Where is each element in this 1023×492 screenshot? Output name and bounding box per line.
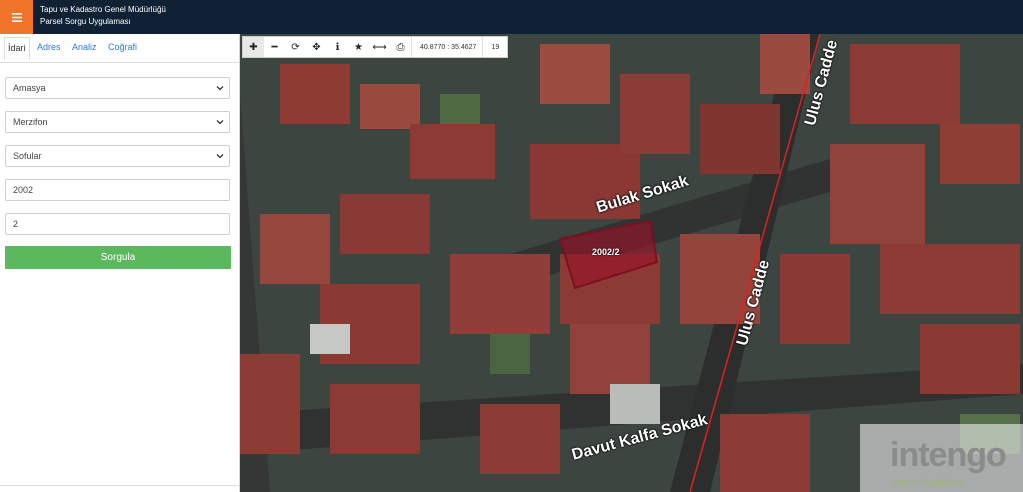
neighborhood-value: Sofular bbox=[13, 151, 42, 161]
block-input[interactable]: 2002 bbox=[5, 179, 230, 201]
measure-icon: ⟷ bbox=[372, 41, 387, 53]
neighborhood-select[interactable]: Sofular bbox=[5, 145, 230, 167]
zoom-level: 19 bbox=[482, 37, 507, 57]
map-view[interactable]: ✚ ━ ⟳ ✥ ℹ ★ ⟷ ⎙ 40.8770 : 35.4627 19 Bul… bbox=[240, 34, 1023, 492]
tab-cografi[interactable]: Coğrafi bbox=[108, 42, 137, 52]
district-value: Merzifon bbox=[13, 117, 48, 127]
print-button[interactable]: ⎙ bbox=[390, 37, 411, 57]
favorite-button[interactable]: ★ bbox=[348, 37, 369, 57]
zoom-in-button[interactable]: ✚ bbox=[243, 37, 264, 57]
plus-icon: ✚ bbox=[249, 41, 258, 53]
info-icon: ℹ bbox=[335, 41, 340, 53]
coordinate-readout: 40.8770 : 35.4627 bbox=[411, 37, 482, 57]
chevron-down-icon bbox=[216, 120, 224, 125]
refresh-icon: ⟳ bbox=[291, 41, 300, 53]
locate-icon: ✥ bbox=[312, 41, 321, 53]
parcel-input[interactable]: 2 bbox=[5, 213, 230, 235]
app-title: Tapu ve Kadastro Genel Müdürlüğü Parsel … bbox=[40, 4, 166, 28]
parcel-label: 2002/2 bbox=[592, 247, 620, 257]
tab-analiz[interactable]: Analiz bbox=[72, 42, 97, 52]
block-value: 2002 bbox=[13, 185, 34, 195]
query-sidebar: İdari Adres Analiz Coğrafi Amasya Merzif… bbox=[0, 34, 240, 492]
query-button[interactable]: Sorgula bbox=[5, 246, 231, 269]
map-toolbar: ✚ ━ ⟳ ✥ ℹ ★ ⟷ ⎙ 40.8770 : 35.4627 19 bbox=[242, 36, 509, 58]
parcel-value: 2 bbox=[13, 219, 19, 229]
watermark-sub: innovative solutions bbox=[893, 478, 963, 487]
hamburger-menu-button[interactable] bbox=[0, 0, 33, 34]
hamburger-icon bbox=[11, 12, 22, 22]
print-icon: ⎙ bbox=[396, 41, 405, 53]
chevron-down-icon bbox=[216, 154, 224, 159]
watermark-text: intengo bbox=[890, 436, 1007, 474]
province-value: Amasya bbox=[13, 83, 46, 93]
locate-button[interactable]: ✥ bbox=[306, 37, 327, 57]
app-title-line1: Tapu ve Kadastro Genel Müdürlüğü bbox=[40, 5, 166, 14]
query-tabs: İdari Adres Analiz Coğrafi bbox=[0, 34, 239, 63]
chevron-down-icon bbox=[216, 86, 224, 91]
sidebar-footer bbox=[0, 485, 239, 492]
app-title-line2: Parsel Sorgu Uygulaması bbox=[40, 17, 131, 26]
minus-icon: ━ bbox=[271, 41, 278, 53]
zoom-out-button[interactable]: ━ bbox=[264, 37, 285, 57]
refresh-button[interactable]: ⟳ bbox=[285, 37, 306, 57]
province-select[interactable]: Amasya bbox=[5, 77, 230, 99]
measure-button[interactable]: ⟷ bbox=[369, 37, 390, 57]
tab-idari[interactable]: İdari bbox=[4, 37, 30, 60]
watermark: intengo innovative solutions bbox=[860, 424, 1023, 492]
info-button[interactable]: ℹ bbox=[327, 37, 348, 57]
district-select[interactable]: Merzifon bbox=[5, 111, 230, 133]
star-icon: ★ bbox=[354, 41, 363, 53]
top-bar: Tapu ve Kadastro Genel Müdürlüğü Parsel … bbox=[0, 0, 1023, 34]
tab-adres[interactable]: Adres bbox=[37, 42, 61, 52]
